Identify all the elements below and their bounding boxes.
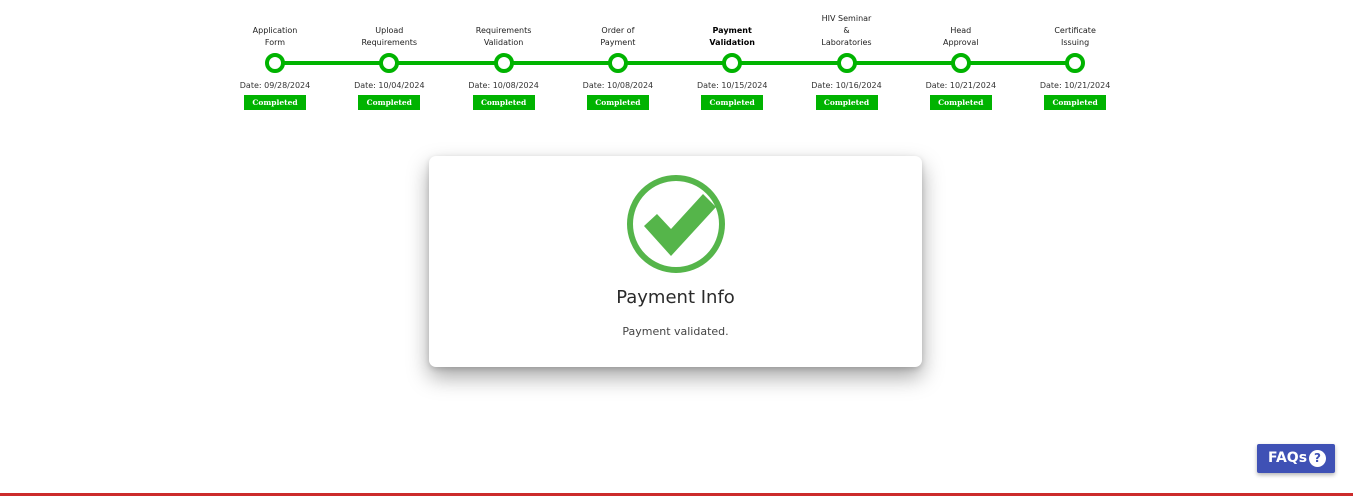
step-status-badge: Completed (358, 95, 421, 110)
step-4: Order of Payment Date: 10/08/2024 Complete… (558, 0, 678, 115)
step-label: Certificate Issuing (1054, 26, 1096, 47)
step-status-badge: Completed (586, 95, 649, 110)
step-2: Upload Requirements Date: 10/04/2024 Compl… (329, 0, 449, 115)
page: Application Form Date: 09/28/2024 Complete… (0, 0, 1353, 496)
step-7: Head Approval Date: 10/21/2024 Completed (901, 0, 1021, 115)
step-label: Payment Validation (709, 26, 755, 47)
card-title: Payment Info (616, 287, 735, 308)
step-date: Date: 10/08/2024 (582, 81, 654, 90)
step-node-icon (836, 53, 857, 73)
step-date: Date: 10/21/2024 (925, 81, 997, 90)
step-label: HIV Seminar & Laboratories (821, 14, 872, 47)
step-label: Application Form (252, 26, 298, 47)
step-node-icon (493, 53, 514, 73)
step-date: Date: 10/16/2024 (811, 81, 882, 90)
step-status-badge: Completed (701, 95, 764, 110)
step-node-icon (265, 53, 285, 73)
step-node-icon (722, 53, 743, 73)
step-node-icon (1065, 53, 1086, 73)
step-status-badge: Completed (1044, 95, 1107, 110)
question-circle-icon: ? (1309, 450, 1326, 467)
card-message: Payment validated. (622, 325, 729, 338)
step-3: Requirements Validation Date: 10/08/2024 C… (444, 0, 564, 115)
step-status-badge: Completed (472, 95, 535, 110)
faqs-button[interactable]: FAQs ? (1257, 444, 1335, 473)
step-label: Upload Requirements (361, 26, 418, 47)
step-status-badge: Completed (815, 95, 878, 110)
step-8: Certificate Issuing Date: 10/21/2024 Compl… (1015, 0, 1135, 115)
step-date: Date: 09/28/2024 (239, 81, 311, 90)
step-status-badge: Completed (929, 95, 992, 110)
step-6: HIV Seminar & Laboratories Date: 10/16/20… (787, 0, 907, 115)
step-label: Order of Payment (600, 26, 636, 47)
step-date: Date: 10/15/2024 (696, 81, 768, 90)
step-date: Date: 10/08/2024 (468, 81, 539, 90)
step-status-badge: Completed (244, 95, 306, 110)
step-label: Requirements Validation (475, 26, 532, 47)
step-1: Application Form Date: 09/28/2024 Complete… (215, 0, 335, 115)
payment-info-card: Payment Info Payment validated. (429, 156, 922, 367)
step-date: Date: 10/04/2024 (354, 81, 425, 90)
step-5: Payment Validation Date: 10/15/2024 Comple… (672, 0, 792, 115)
check-circle-icon (627, 175, 725, 273)
step-node-icon (607, 53, 628, 73)
step-node-icon (379, 53, 400, 73)
step-date: Date: 10/21/2024 (1039, 81, 1111, 90)
faqs-button-label: FAQs (1268, 450, 1308, 466)
step-node-icon (950, 53, 971, 73)
step-label: Head Approval (943, 26, 979, 47)
progress-stepper: Application Form Date: 09/28/2024 Complete… (0, 0, 1353, 115)
